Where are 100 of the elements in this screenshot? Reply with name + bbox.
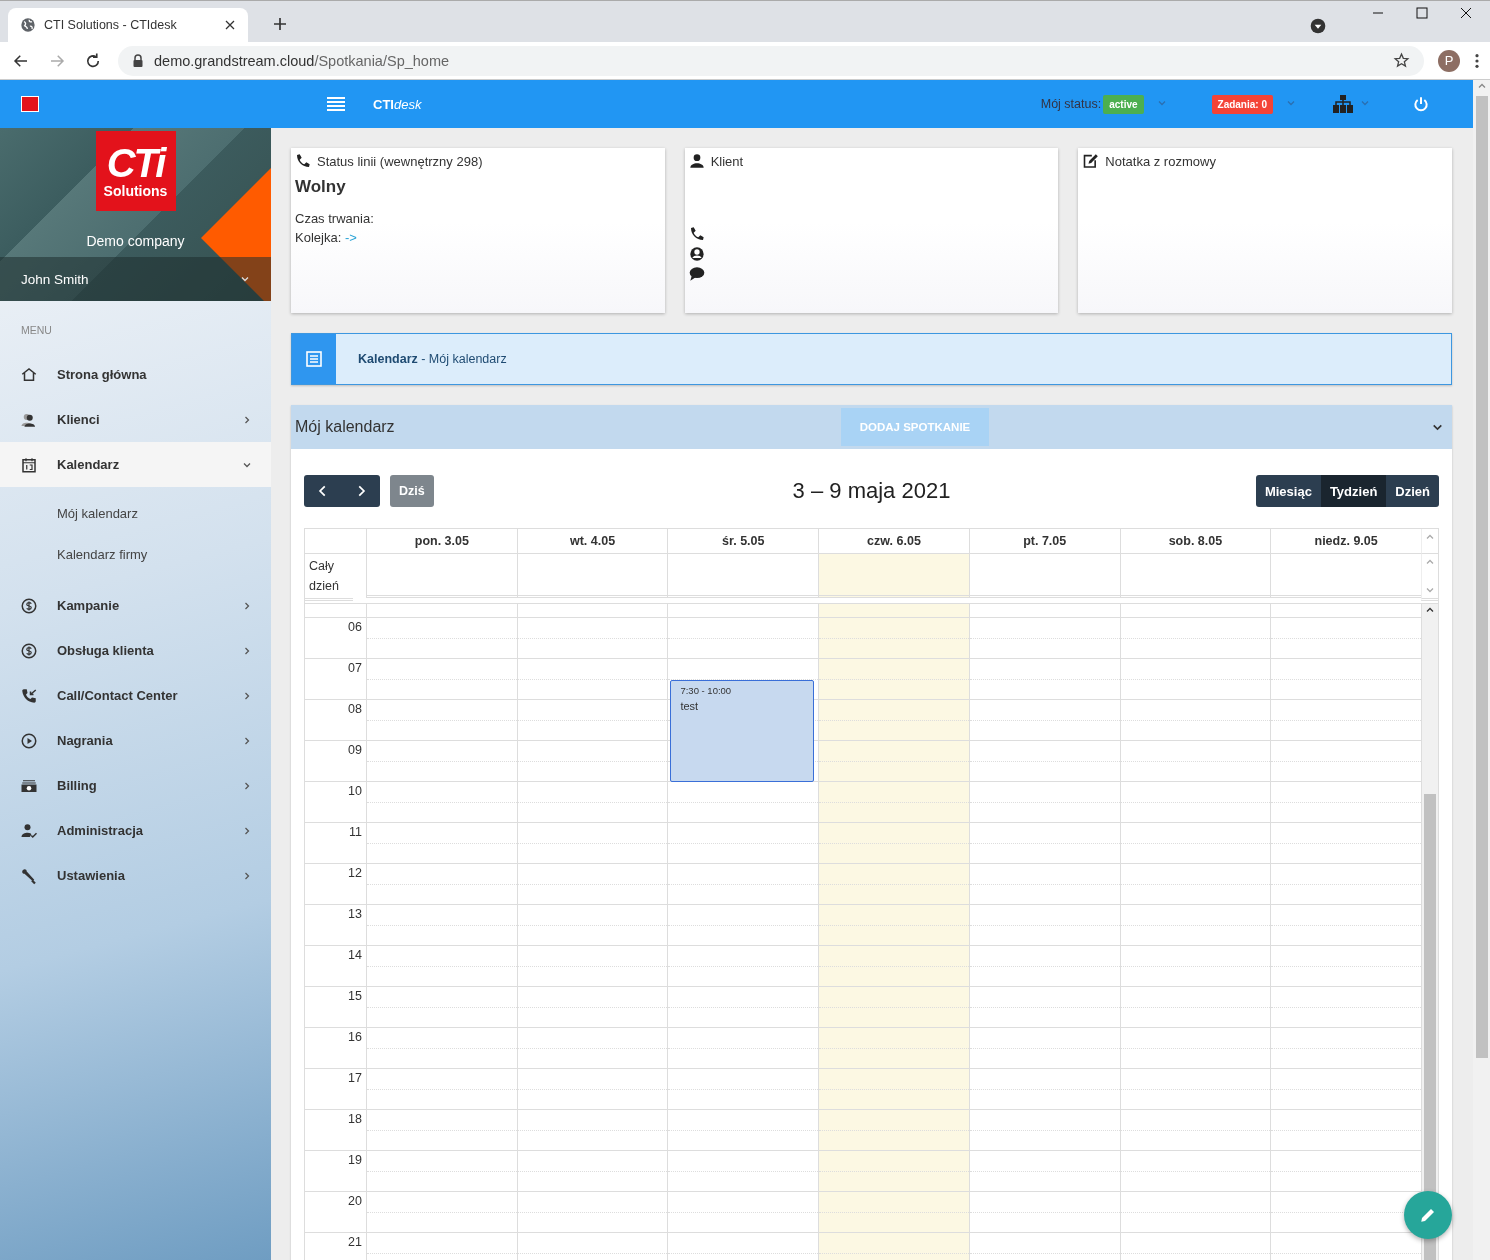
submenu-item[interactable]: Kalendarz firmy xyxy=(0,534,271,575)
comment-icon xyxy=(688,266,705,282)
day-header: niedz. 9.05 xyxy=(1270,529,1421,554)
hour-label: 21 xyxy=(347,1234,362,1249)
panel-title: Mój kalendarz xyxy=(295,418,395,436)
hour-label: 18 xyxy=(347,1111,362,1126)
all-day-cell[interactable] xyxy=(1119,554,1271,598)
sitemap-icon[interactable] xyxy=(1333,95,1353,113)
calendar-icon xyxy=(20,455,38,474)
dollar-icon xyxy=(20,596,38,615)
view-button[interactable]: Miesiąc xyxy=(1255,475,1321,507)
menu-item[interactable]: Administracja xyxy=(0,808,271,853)
menu-item[interactable]: Klienci xyxy=(0,397,271,442)
address-field[interactable]: demo.grandstream.cloud/Spotkania/Sp_home xyxy=(118,45,1424,76)
phone-icon xyxy=(295,153,311,169)
menu-item[interactable]: Ustawienia xyxy=(0,853,271,898)
event-time: 7:30 - 10:00 xyxy=(680,684,733,696)
home-icon xyxy=(20,365,38,384)
event-title: test xyxy=(680,699,700,712)
pencil-icon xyxy=(1419,1206,1437,1224)
all-day-label: Cały dzień xyxy=(305,554,353,601)
menu-item[interactable]: Call/Contact Center xyxy=(0,673,271,718)
day-header: wt. 4.05 xyxy=(516,529,668,554)
menu-icon xyxy=(327,96,345,112)
today-button[interactable]: Dziś xyxy=(390,475,434,507)
maximize-icon[interactable] xyxy=(1416,7,1428,19)
menu-item[interactable]: Kampanie xyxy=(0,583,271,628)
card-title: Status linii (wewnętrzny 298) xyxy=(317,153,483,169)
all-day-cell[interactable] xyxy=(1270,554,1421,598)
globe-icon xyxy=(20,17,36,33)
field-label: Kolejka: xyxy=(295,230,342,245)
hour-label: 19 xyxy=(347,1152,362,1167)
user-icon xyxy=(688,153,705,169)
view-button[interactable]: Dzień xyxy=(1386,475,1439,507)
day-header: śr. 5.05 xyxy=(667,529,819,554)
menu-item[interactable]: Strona główna xyxy=(0,352,271,397)
menu-item[interactable]: Billing xyxy=(0,763,271,808)
field-label: Czas trwania: xyxy=(295,211,374,226)
hour-label: 08 xyxy=(347,701,362,716)
company-logo: CTi Solutions xyxy=(95,131,176,211)
menu-heading: MENU xyxy=(21,324,53,336)
hour-label: 09 xyxy=(347,742,362,757)
all-day-cell[interactable] xyxy=(366,554,517,598)
list-icon xyxy=(306,351,322,367)
page-scrollbar[interactable] xyxy=(1473,80,1490,1260)
user-circle-icon xyxy=(688,246,705,262)
logo-icon xyxy=(21,96,39,112)
hour-label: 07 xyxy=(347,660,362,675)
day-header: pt. 7.05 xyxy=(968,529,1120,554)
day-header: pon. 3.05 xyxy=(366,529,517,554)
dollar-icon xyxy=(20,641,38,660)
browser-tab[interactable]: CTI Solutions - CTIdesk xyxy=(8,8,248,42)
hour-label: 17 xyxy=(347,1070,362,1085)
phone-icon xyxy=(688,226,705,242)
tasks-badge[interactable]: Zadania: 0 xyxy=(1211,94,1273,114)
hour-label: 16 xyxy=(347,1029,362,1044)
app-brand: CTIdesk xyxy=(373,96,422,112)
lock-icon xyxy=(132,53,144,68)
company-name: Demo company xyxy=(86,233,185,249)
day-header: sob. 8.05 xyxy=(1119,529,1271,554)
user-menu[interactable]: John Smith xyxy=(0,257,271,301)
reload-icon xyxy=(84,51,102,70)
tab-title: CTI Solutions - CTIdesk xyxy=(44,18,178,32)
all-day-cell[interactable] xyxy=(516,554,668,598)
line-status: Wolny xyxy=(295,177,347,197)
hour-label: 10 xyxy=(347,783,362,798)
close-icon[interactable] xyxy=(224,19,236,31)
hour-label: 12 xyxy=(347,865,362,880)
hour-label: 06 xyxy=(347,619,362,634)
hour-label: 13 xyxy=(347,906,362,921)
scrollbar[interactable] xyxy=(1421,604,1438,1260)
hour-label: 20 xyxy=(347,1193,362,1208)
submenu-item[interactable]: Mój kalendarz xyxy=(0,493,271,534)
edit-icon xyxy=(1082,153,1100,169)
card-title: Klient xyxy=(710,153,744,169)
hour-label: 11 xyxy=(348,824,362,839)
menu-item[interactable]: Nagrania xyxy=(0,718,271,763)
menu-icon[interactable] xyxy=(1474,52,1480,69)
play-icon xyxy=(20,731,38,750)
close-icon[interactable] xyxy=(1460,7,1472,19)
hour-label: 15 xyxy=(347,988,362,1003)
all-day-cell[interactable] xyxy=(968,554,1120,598)
all-day-cell[interactable] xyxy=(818,554,969,598)
user-check-icon xyxy=(20,821,38,840)
view-button[interactable]: Tydzień xyxy=(1320,475,1387,507)
tab-search-icon[interactable] xyxy=(1310,18,1326,34)
date-range-title: 3 – 9 maja 2021 xyxy=(792,478,951,504)
calendar-event[interactable]: 7:30 - 10:00 test xyxy=(670,679,815,782)
phone-arrow-icon xyxy=(20,686,38,705)
power-icon xyxy=(1413,96,1429,112)
breadcrumb: Kalendarz - Mój kalendarz xyxy=(358,352,507,366)
star-icon[interactable] xyxy=(1393,52,1410,69)
profile-avatar[interactable]: P xyxy=(1438,49,1460,72)
menu-item[interactable]: Obsługa klienta xyxy=(0,628,271,673)
wrench-icon xyxy=(20,866,38,885)
next-button[interactable] xyxy=(342,475,380,507)
card-title: Notatka z rozmowy xyxy=(1105,153,1216,169)
menu-item[interactable]: Kalendarz xyxy=(0,442,271,487)
status-label: Mój status: xyxy=(1040,97,1102,111)
previous-button[interactable] xyxy=(304,475,342,507)
